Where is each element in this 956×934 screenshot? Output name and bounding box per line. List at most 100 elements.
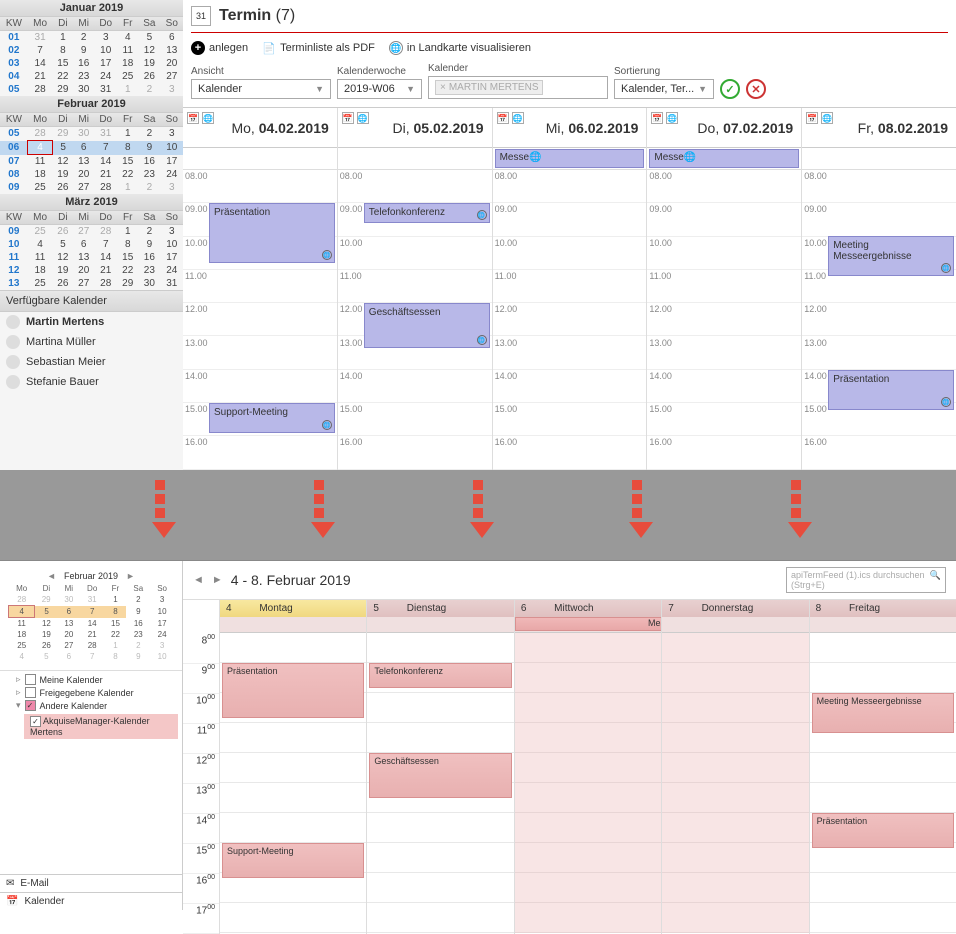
cal-day[interactable]: 25 <box>117 70 138 83</box>
nav-day[interactable]: 7 <box>80 606 105 618</box>
nav-day[interactable]: 19 <box>35 629 58 640</box>
cal-day[interactable]: 25 <box>28 277 53 290</box>
day-cal-icon[interactable]: 📅 <box>187 112 199 124</box>
nav-day[interactable]: 21 <box>80 629 105 640</box>
nav-day[interactable]: 25 <box>9 640 35 651</box>
calendar-select[interactable]: × MARTIN MERTENS <box>428 76 608 99</box>
cal-day[interactable]: 10 <box>94 44 117 57</box>
other-calendars-group[interactable]: ▾✓Andere Kalender <box>4 699 178 712</box>
nav-day[interactable]: 10 <box>150 651 174 662</box>
cal-day[interactable]: 11 <box>0 251 28 264</box>
cal-day[interactable]: 2 <box>138 127 160 141</box>
cal-day[interactable]: 5 <box>52 238 73 251</box>
cal-day[interactable]: 14 <box>94 251 117 264</box>
calendar-event[interactable]: Geschäftsessen🌐 <box>364 303 490 348</box>
create-button[interactable]: +anlegen <box>191 41 248 55</box>
nav-day[interactable]: 8 <box>104 651 126 662</box>
cal-day[interactable]: 08 <box>0 168 28 181</box>
pdf-button[interactable]: 📄Terminliste als PDF <box>262 41 375 55</box>
cal-day[interactable]: 26 <box>52 181 73 194</box>
cal-day[interactable]: 4 <box>28 141 53 155</box>
cal-day[interactable]: 17 <box>161 155 183 169</box>
day-globe-icon[interactable]: 🌐 <box>357 112 369 124</box>
user-calendar-item[interactable]: Stefanie Bauer <box>0 372 183 392</box>
nav-day[interactable]: 1 <box>104 594 126 606</box>
cal-day[interactable]: 3 <box>161 225 183 239</box>
cal-day[interactable]: 5 <box>138 31 160 45</box>
cal-day[interactable]: 23 <box>138 168 160 181</box>
outlook-event[interactable]: Geschäftsessen <box>369 753 511 798</box>
cal-day[interactable]: 9 <box>138 238 160 251</box>
cal-day[interactable]: 28 <box>94 225 117 239</box>
next-week-icon[interactable]: ► <box>212 574 223 586</box>
cal-day[interactable]: 31 <box>28 31 53 45</box>
cal-day[interactable]: 31 <box>94 127 117 141</box>
nav-day[interactable]: 18 <box>9 629 35 640</box>
cal-day[interactable]: 23 <box>73 70 94 83</box>
cal-day[interactable]: 19 <box>138 57 160 70</box>
cal-day[interactable]: 8 <box>117 141 138 155</box>
cal-day[interactable]: 7 <box>94 238 117 251</box>
cal-day[interactable]: 4 <box>117 31 138 45</box>
cal-day[interactable]: 22 <box>117 168 138 181</box>
cal-day[interactable]: 1 <box>52 31 73 45</box>
my-calendars-group[interactable]: ▹Meine Kalender <box>4 673 178 686</box>
nav-day[interactable]: 1 <box>104 640 126 651</box>
cal-day[interactable]: 1 <box>117 225 138 239</box>
cal-day[interactable]: 6 <box>73 141 94 155</box>
cal-day[interactable]: 24 <box>161 168 183 181</box>
nav-day[interactable]: 4 <box>9 651 35 662</box>
cal-day[interactable]: 15 <box>117 251 138 264</box>
week-select[interactable]: 2019-W06▼ <box>337 79 422 99</box>
cal-day[interactable]: 16 <box>73 57 94 70</box>
cal-day[interactable]: 21 <box>94 168 117 181</box>
cal-day[interactable]: 03 <box>0 57 28 70</box>
user-calendar-item[interactable]: Martina Müller <box>0 332 183 352</box>
calendar-nav[interactable]: 📅Kalender <box>0 892 183 910</box>
cal-day[interactable]: 30 <box>73 83 94 96</box>
cal-day[interactable]: 06 <box>0 141 28 155</box>
cal-day[interactable]: 13 <box>161 44 183 57</box>
calendar-event[interactable]: Telefonkonferenz🌐 <box>364 203 490 223</box>
day-cal-icon[interactable]: 📅 <box>342 112 354 124</box>
cal-day[interactable]: 1 <box>117 127 138 141</box>
nav-day[interactable]: 9 <box>126 651 150 662</box>
cal-day[interactable]: 13 <box>0 277 28 290</box>
cal-day[interactable]: 30 <box>138 277 160 290</box>
email-nav[interactable]: ✉E-Mail <box>0 874 183 892</box>
cal-day[interactable]: 25 <box>28 181 53 194</box>
prev-month-icon[interactable]: ◄ <box>47 571 56 581</box>
cal-day[interactable]: 11 <box>28 251 53 264</box>
cal-day[interactable]: 12 <box>52 155 73 169</box>
nav-day[interactable]: 8 <box>104 606 126 618</box>
nav-day[interactable]: 22 <box>104 629 126 640</box>
cal-day[interactable]: 29 <box>52 83 73 96</box>
cal-day[interactable]: 30 <box>73 127 94 141</box>
nav-day[interactable]: 2 <box>126 594 150 606</box>
cal-day[interactable]: 3 <box>161 83 183 96</box>
cal-day[interactable]: 17 <box>161 251 183 264</box>
cal-day[interactable]: 09 <box>0 181 28 194</box>
apply-button[interactable]: ✓ <box>720 79 740 99</box>
nav-day[interactable]: 30 <box>58 594 80 606</box>
cal-day[interactable]: 07 <box>0 155 28 169</box>
nav-day[interactable]: 28 <box>9 594 35 606</box>
prev-week-icon[interactable]: ◄ <box>193 574 204 586</box>
nav-day[interactable]: 11 <box>9 618 35 630</box>
nav-day[interactable]: 6 <box>58 606 80 618</box>
cal-day[interactable]: 16 <box>138 155 160 169</box>
nav-day[interactable]: 24 <box>150 629 174 640</box>
cal-day[interactable]: 15 <box>52 57 73 70</box>
cal-day[interactable]: 28 <box>94 181 117 194</box>
day-cal-icon[interactable]: 📅 <box>497 112 509 124</box>
nav-day[interactable]: 5 <box>35 606 58 618</box>
nav-day[interactable]: 10 <box>150 606 174 618</box>
cal-day[interactable]: 24 <box>94 70 117 83</box>
akquise-calendar[interactable]: ✓ AkquiseManager-Kalender Mertens <box>24 714 178 739</box>
next-month-icon[interactable]: ► <box>126 571 135 581</box>
nav-day[interactable]: 6 <box>58 651 80 662</box>
cal-day[interactable]: 27 <box>73 181 94 194</box>
cal-day[interactable]: 19 <box>52 264 73 277</box>
cal-day[interactable]: 14 <box>94 155 117 169</box>
cal-day[interactable]: 9 <box>73 44 94 57</box>
